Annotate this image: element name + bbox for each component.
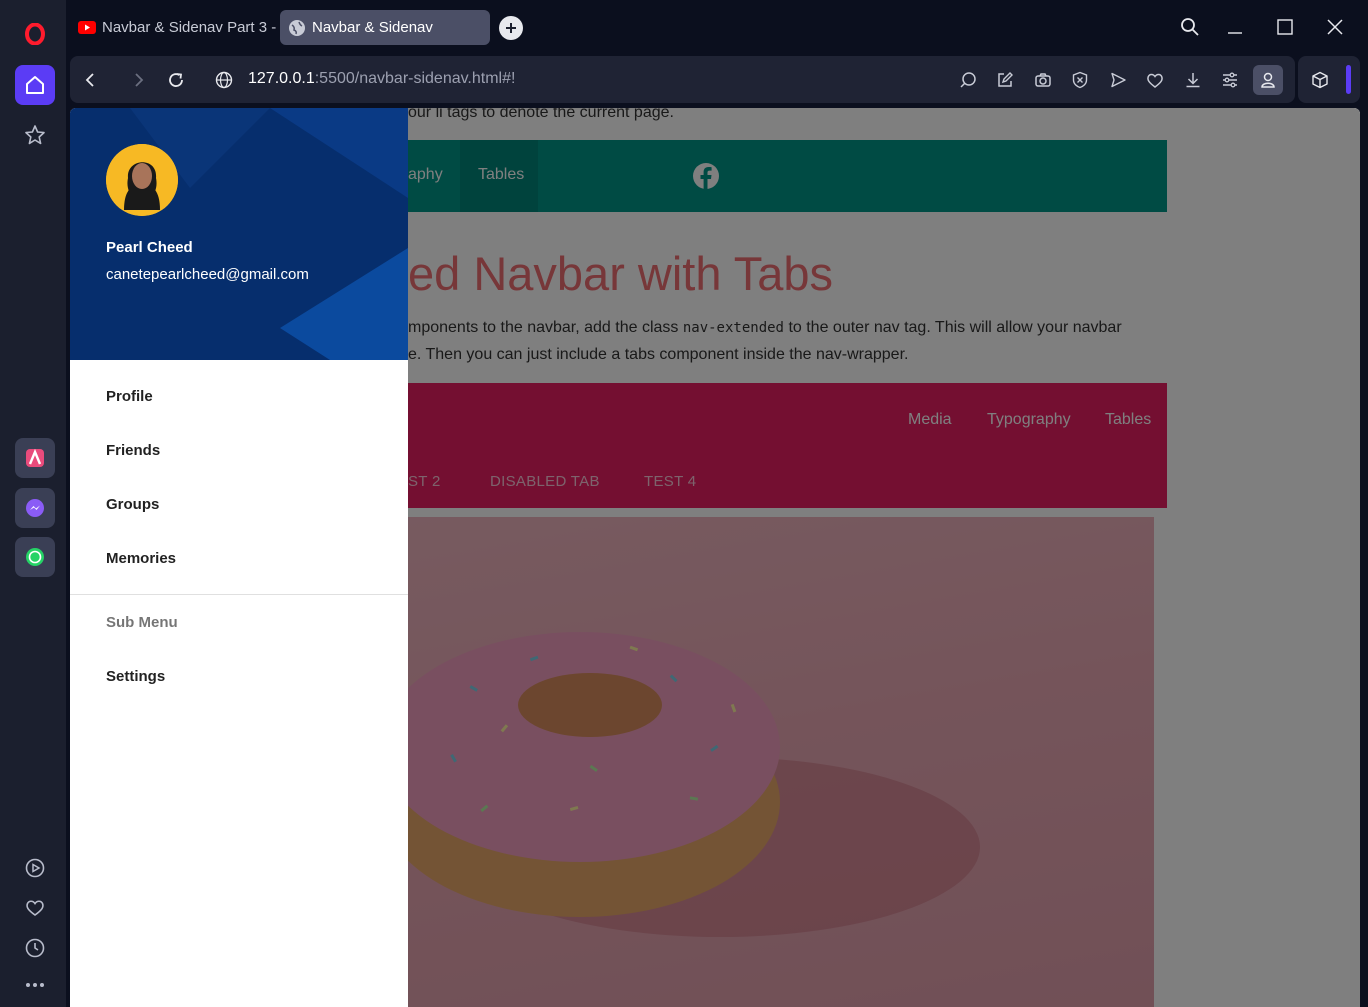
minimize-icon[interactable] <box>1222 14 1248 40</box>
sidenav-item-memories[interactable]: Memories <box>106 550 176 567</box>
forward-icon[interactable] <box>126 68 150 92</box>
user-background <box>70 108 408 360</box>
camera-icon[interactable] <box>1031 68 1055 92</box>
site-info-icon[interactable] <box>212 68 236 92</box>
whatsapp-icon[interactable] <box>15 537 55 577</box>
avatar[interactable] <box>106 144 178 216</box>
user-name: Pearl Cheed <box>106 239 193 256</box>
favorite-icon[interactable] <box>1143 68 1167 92</box>
player-icon[interactable] <box>15 848 55 888</box>
sidenav-item-settings[interactable]: Settings <box>106 668 165 685</box>
tab-navbar-sidenav[interactable]: Navbar & Sidenav <box>280 10 490 45</box>
tab-title: Navbar & Sidenav <box>312 19 433 36</box>
reload-icon[interactable] <box>164 68 188 92</box>
history-icon[interactable] <box>15 928 55 968</box>
opera-sidebar <box>0 0 66 1007</box>
user-email: canetepearlcheed@gmail.com <box>106 266 309 283</box>
user-view: Pearl Cheed canetepearlcheed@gmail.com <box>70 108 408 360</box>
tab-youtube[interactable]: Navbar & Sidenav Part 3 - <box>78 10 278 45</box>
sidenav-item-groups[interactable]: Groups <box>106 496 159 513</box>
address-bar: 127.0.0.1:5500/navbar-sidenav.html#! <box>70 56 1295 103</box>
tab-bar: Navbar & Sidenav Part 3 - Navbar & Siden… <box>66 0 1368 56</box>
extensions-area <box>1298 56 1360 103</box>
tab-title: Navbar & Sidenav Part 3 - <box>102 19 277 36</box>
close-window-icon[interactable] <box>1322 14 1348 40</box>
aria-icon[interactable] <box>15 438 55 478</box>
easy-setup-icon[interactable] <box>1218 68 1242 92</box>
url-host: 127.0.0.1 <box>248 70 315 87</box>
star-icon[interactable] <box>15 115 55 155</box>
back-icon[interactable] <box>79 68 103 92</box>
sidenav: Pearl Cheed canetepearlcheed@gmail.com P… <box>70 108 408 1007</box>
globe-icon <box>288 19 306 37</box>
sidebar-indicator <box>1346 65 1351 94</box>
download-icon[interactable] <box>1181 68 1205 92</box>
url-path: :5500/navbar-sidenav.html#! <box>314 70 516 87</box>
search-in-page-icon[interactable] <box>956 68 980 92</box>
page-viewport: our li tags to denote the current page. … <box>70 108 1360 1007</box>
messenger-icon[interactable] <box>15 488 55 528</box>
send-icon[interactable] <box>1106 68 1130 92</box>
adblock-icon[interactable] <box>1068 68 1092 92</box>
sidenav-subheader: Sub Menu <box>106 614 178 631</box>
search-tabs-icon[interactable] <box>1177 14 1203 40</box>
youtube-icon <box>78 19 96 37</box>
sidenav-divider <box>70 594 408 595</box>
browser-window: Navbar & Sidenav Part 3 - Navbar & Siden… <box>0 0 1368 1007</box>
maximize-icon[interactable] <box>1272 14 1298 40</box>
opera-logo-icon[interactable] <box>15 14 55 54</box>
profile-icon[interactable] <box>1253 65 1283 95</box>
more-icon[interactable] <box>15 965 55 1005</box>
new-tab-button[interactable] <box>499 16 523 40</box>
sidenav-item-friends[interactable]: Friends <box>106 442 160 459</box>
home-icon[interactable] <box>15 65 55 105</box>
url-field[interactable]: 127.0.0.1:5500/navbar-sidenav.html#! <box>248 70 515 88</box>
sidenav-item-profile[interactable]: Profile <box>106 388 153 405</box>
extensions-cube-icon[interactable] <box>1308 68 1332 92</box>
edit-icon[interactable] <box>993 68 1017 92</box>
heart-icon[interactable] <box>15 888 55 928</box>
